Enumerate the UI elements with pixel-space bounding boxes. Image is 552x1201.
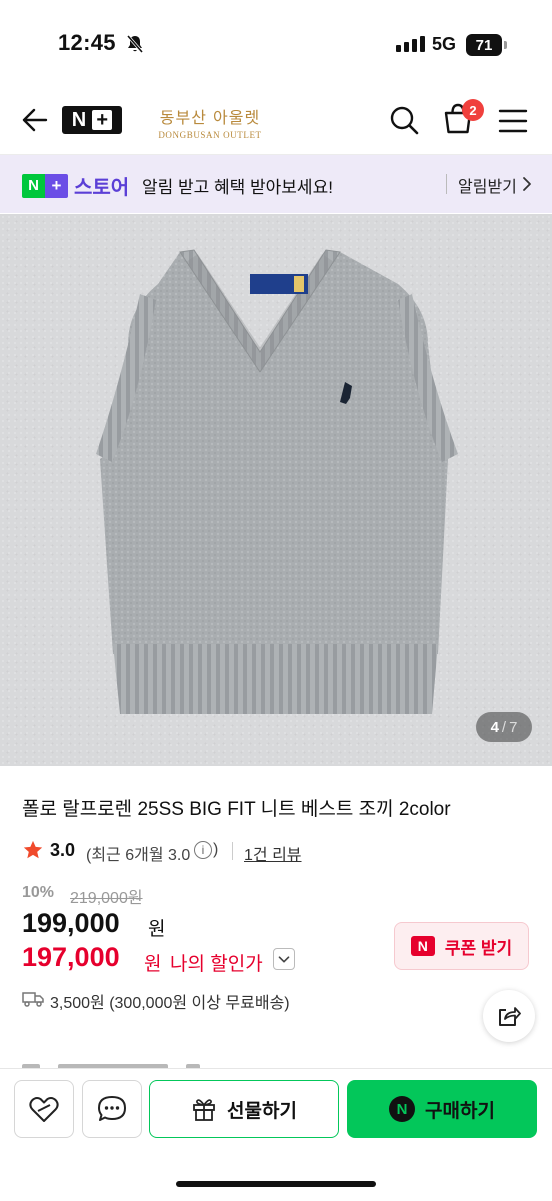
banner-message: 알림 받고 혜택 받아보세요! [142,178,333,197]
info-icon[interactable]: i [194,841,212,859]
star-icon [23,840,43,859]
rating-value: 3.0 [50,840,76,860]
chevron-down-icon[interactable] [273,948,295,970]
chat-icon [98,1096,126,1121]
gift-icon [193,1099,215,1121]
menu-icon[interactable] [498,108,528,134]
image-current: 4 [490,718,499,736]
mini-logo-n: N [22,173,45,198]
wishlist-button[interactable] [14,1080,74,1138]
cart-count-badge: 2 [462,99,484,121]
discount-rate: 10% [22,884,55,901]
original-price: 219,000원 [70,890,143,907]
banner-divider [446,174,447,194]
buy-label: 구매하기 [425,1100,495,1122]
mini-naver-plus-logo: N + [22,173,68,198]
naver-plus-logo[interactable]: N + [62,106,122,134]
shop-logo[interactable]: 동부산 아울렛 DONGBUSAN OUTLET [154,104,266,140]
talk-button[interactable] [82,1080,142,1138]
battery-tip [504,41,507,49]
buy-button[interactable]: N 구매하기 [347,1080,537,1138]
shipping-info: 3,500원 (300,000원 이상 무료배송) [50,995,290,1012]
product-title: 폴로 랄프로렌 25SS BIG FIT 니트 베스트 조끼 2color [22,799,451,820]
naver-pay-icon: N [389,1096,416,1122]
chevron-right-icon[interactable] [520,176,534,192]
rating-recent: (최근 6개월 3.0 [86,847,191,864]
review-link[interactable]: 1건 리뷰 [244,841,302,865]
home-indicator [176,1181,376,1187]
rating-recent-close: ) [213,841,219,858]
heart-icon [29,1097,59,1122]
network-type: 5G [432,34,457,54]
bell-slash-icon [126,35,144,53]
store-logo: N + 스토어 [22,171,129,200]
back-arrow-icon[interactable] [20,106,48,134]
coupon-button[interactable]: N 쿠폰 받기 [394,922,529,970]
status-time: 12:45 [58,30,116,55]
image-total: 7 [509,718,518,736]
truck-icon [22,992,44,1007]
coupon-label: 쿠폰 받기 [444,938,513,958]
store-label: 스토어 [74,177,130,199]
coupon-n-icon: N [410,936,435,956]
my-discount-label: 나의 할인가 [170,954,263,975]
shop-name-en: DONGBUSAN OUTLET [158,130,262,140]
search-icon[interactable] [388,104,420,136]
share-button[interactable] [483,990,535,1042]
rating-divider [232,842,233,860]
my-discount-price: 197,000 [22,942,120,972]
battery-icon: 71 [466,34,502,56]
sale-price-unit: 원 [148,919,166,940]
my-discount-price-unit: 원 [144,954,162,975]
signal-icon [396,36,425,52]
logo-n: N [71,108,87,131]
image-separator: / [501,718,507,736]
sale-price: 199,000 [22,908,120,938]
mini-logo-plus: + [45,173,68,198]
vest-illustration [96,249,458,714]
gift-label: 선물하기 [227,1100,297,1122]
logo-plus: + [92,110,113,130]
image-counter: 4 / 7 [476,712,532,742]
share-icon [499,1007,521,1026]
gift-button[interactable]: 선물하기 [149,1080,339,1138]
notify-button[interactable]: 알림받기 [458,173,517,197]
product-image[interactable] [0,214,552,766]
shop-name-ko: 동부산 아울렛 [159,108,261,127]
